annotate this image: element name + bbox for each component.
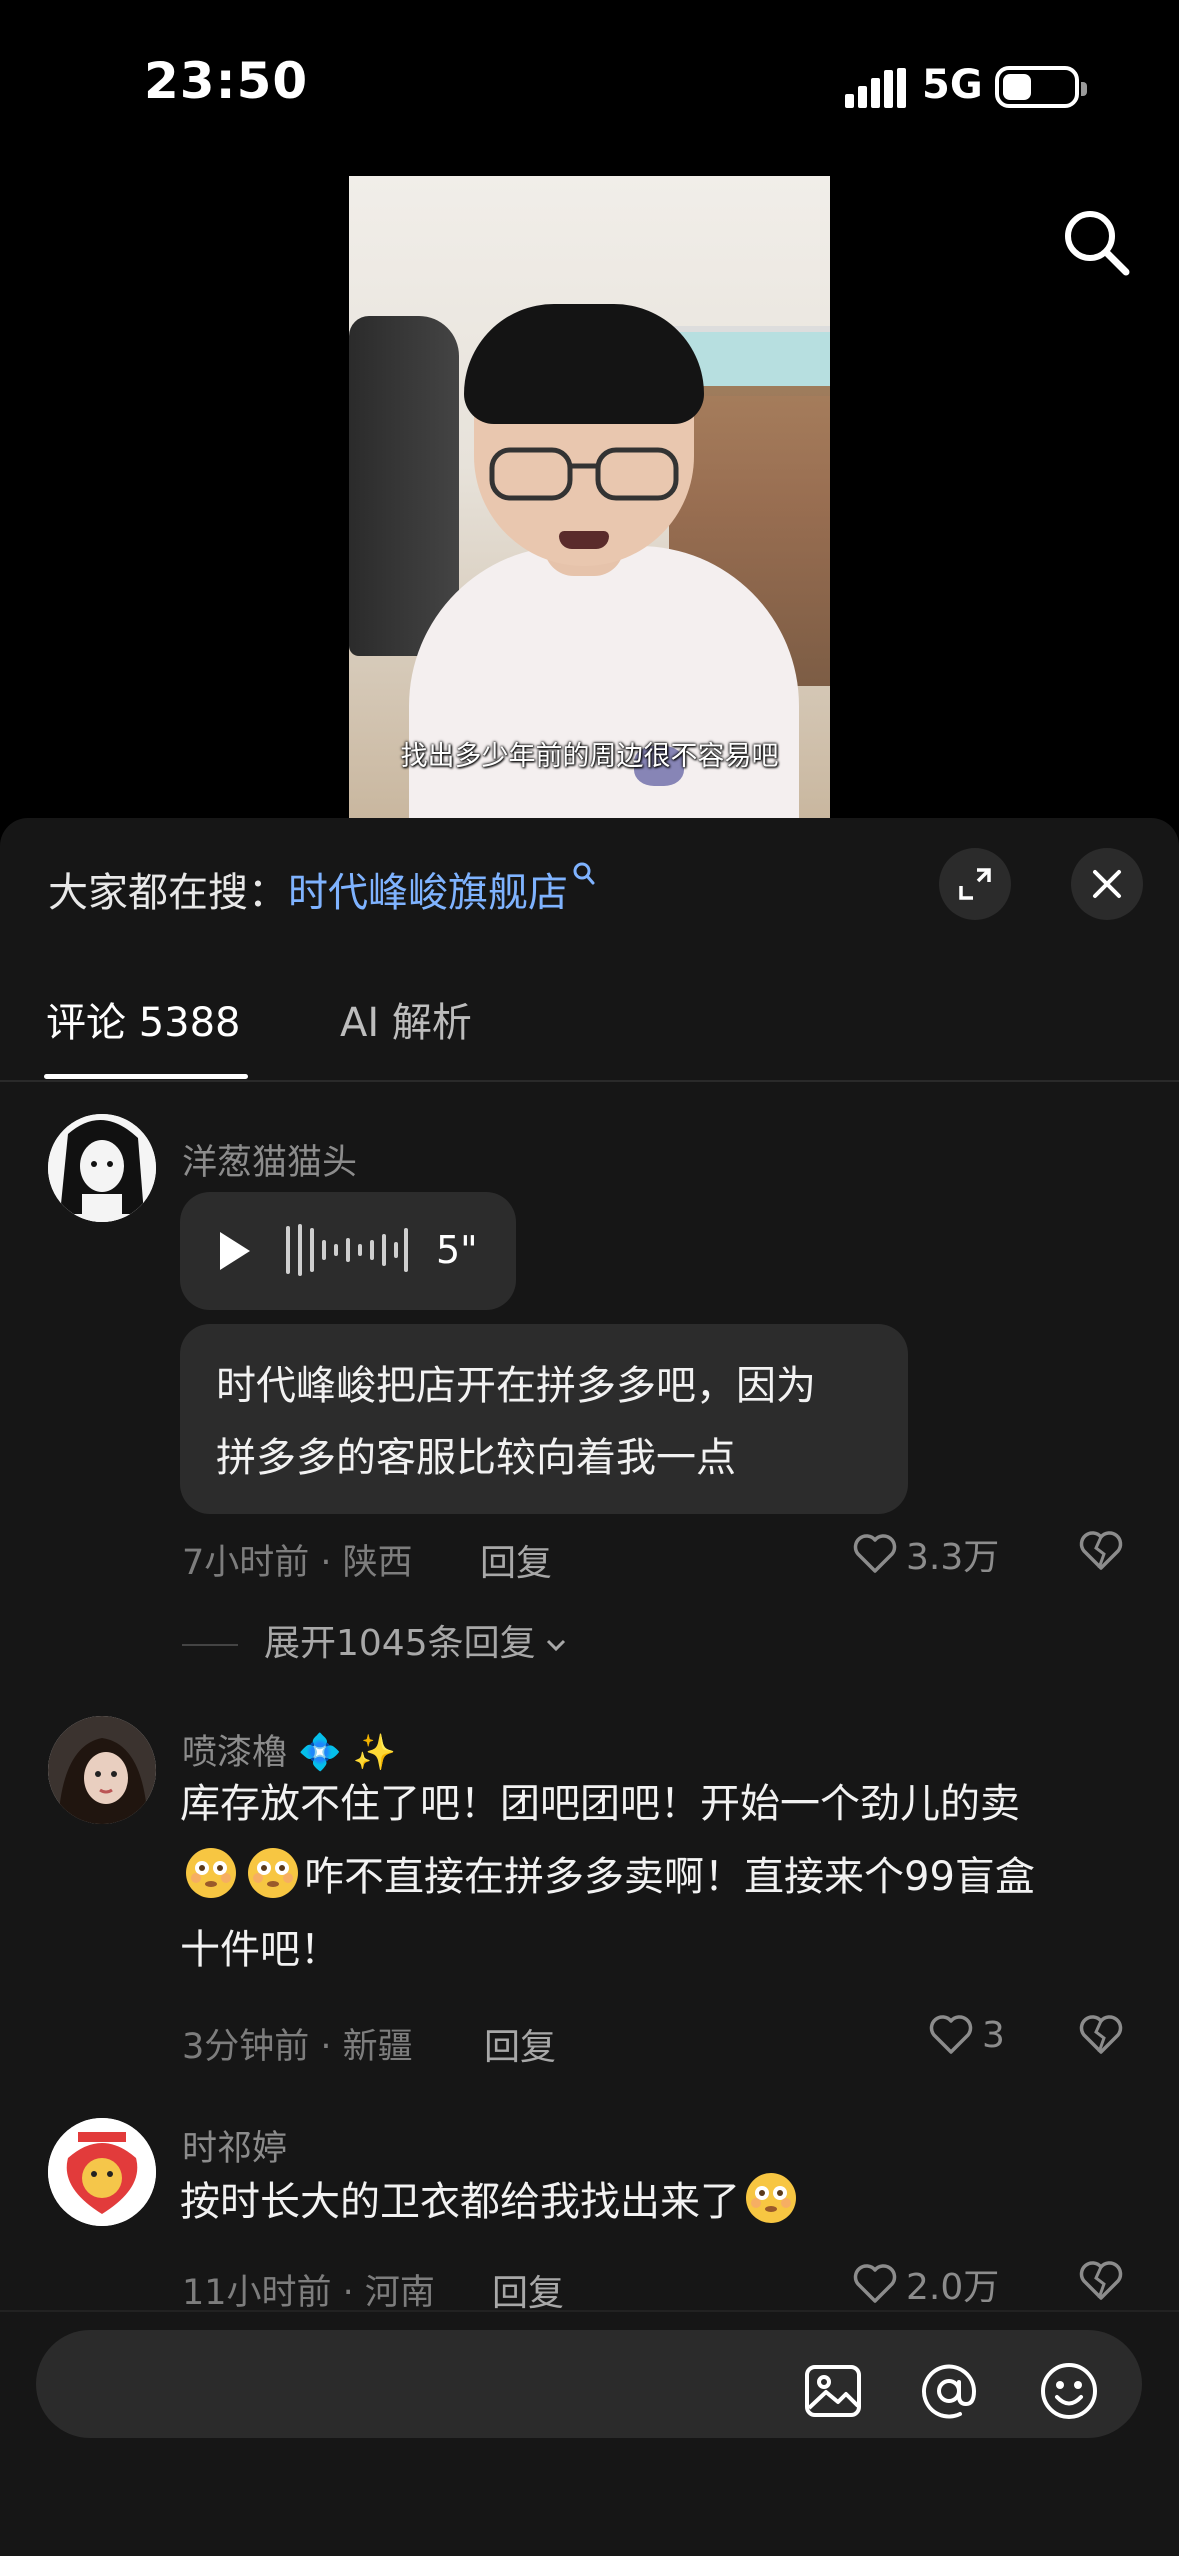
comment-item: 洋葱猫猫头 5" 时代峰峻把店开在拼多多吧，因为 拼多多的客服比较向着我一点 7… xyxy=(0,1114,1179,1674)
like-count: 2.0万 xyxy=(906,2267,1000,2308)
comment-line: 十件吧！ xyxy=(180,1927,340,1973)
expand-button[interactable] xyxy=(939,848,1011,920)
transcript-line: 拼多多的客服比较向着我一点 xyxy=(216,1435,736,1481)
trending-search[interactable]: 大家都在搜：时代峰峻旗舰店 xyxy=(48,860,598,918)
at-icon[interactable] xyxy=(918,2360,980,2422)
broken-heart-icon[interactable] xyxy=(1078,2258,1124,2304)
expand-replies-button[interactable]: 展开1045条回复 xyxy=(182,1614,570,1666)
like-button[interactable]: 3.3万 xyxy=(852,1528,999,1580)
image-icon[interactable] xyxy=(802,2360,864,2422)
comment-input-bar xyxy=(0,2310,1179,2556)
reply-button[interactable]: 回复 xyxy=(480,1534,552,1586)
expand-icon xyxy=(959,868,991,900)
avatar[interactable] xyxy=(48,2118,156,2226)
comment-item: 时祁婷 按时长大的卫衣都给我找出来了 11小时前 · 河南 回复 2.0万 xyxy=(0,2118,1179,2318)
status-time: 23:50 xyxy=(144,52,309,110)
chevron-down-icon xyxy=(546,1639,565,1652)
search-icon[interactable] xyxy=(1062,208,1132,278)
voice-transcript: 时代峰峻把店开在拼多多吧，因为 拼多多的客服比较向着我一点 xyxy=(180,1324,908,1514)
heart-icon xyxy=(853,1534,897,1573)
status-bar: 23:50 5G xyxy=(0,0,1179,170)
comment-text: 库存放不住了吧！团吧团吧！开始一个劲儿的卖 咋不直接在拼多多卖啊！直接来个99盲… xyxy=(180,1768,1140,1987)
transcript-line: 时代峰峻把店开在拼多多吧，因为 xyxy=(216,1363,816,1409)
voice-duration: 5" xyxy=(436,1228,478,1272)
reply-button[interactable]: 回复 xyxy=(492,2264,564,2316)
comment-sheet: 大家都在搜：时代峰峻旗舰店 评论 5388 AI 解析 洋葱猫猫头 5" 时代峰… xyxy=(0,818,1179,2556)
signal-icon xyxy=(845,68,906,108)
expand-replies-label: 展开1045条回复 xyxy=(264,1623,536,1664)
video-caption: 找出多少年前的周边很不容易吧 xyxy=(400,741,779,772)
close-icon xyxy=(1093,870,1121,898)
comment-meta: 11小时前 · 河南 xyxy=(182,2273,435,2313)
flushed-face-emoji-icon xyxy=(746,2173,796,2223)
reply-button[interactable]: 回复 xyxy=(484,2018,556,2070)
comment-input[interactable] xyxy=(36,2330,1142,2438)
trending-link[interactable]: 时代峰峻旗舰店 xyxy=(288,870,568,916)
emoji-icon[interactable] xyxy=(1038,2360,1100,2422)
network-type: 5G xyxy=(922,62,983,108)
battery-icon xyxy=(995,66,1087,108)
comment-line: 库存放不住了吧！团吧团吧！开始一个劲儿的卖 xyxy=(180,1781,1020,1827)
trending-prefix: 大家都在搜： xyxy=(48,870,288,916)
like-button[interactable]: 2.0万 xyxy=(852,2258,999,2310)
comment-item: 喷漆櫓 💠 ✨ 库存放不住了吧！团吧团吧！开始一个劲儿的卖 咋不直接在拼多多卖啊… xyxy=(0,1716,1179,2116)
voice-message[interactable]: 5" xyxy=(180,1192,516,1310)
flushed-face-emoji-icon xyxy=(186,1848,236,1898)
username-badges: 💠 ✨ xyxy=(298,1733,397,1773)
tab-ai-analysis[interactable]: AI 解析 xyxy=(340,990,472,1048)
tab-bar: 评论 5388 AI 解析 xyxy=(0,978,1179,1082)
video-player[interactable]: 找出多少年前的周边很不容易吧 xyxy=(349,176,830,818)
play-icon xyxy=(220,1232,250,1270)
comment-line: 咋不直接在拼多多卖啊！直接来个99盲盒 xyxy=(180,1841,1140,1914)
like-count: 3 xyxy=(982,2014,1005,2056)
comment-meta: 7小时前 · 陕西 xyxy=(182,1543,413,1583)
like-button[interactable]: 3 xyxy=(928,2012,1005,2058)
comment-username[interactable]: 洋葱猫猫头 xyxy=(182,1134,357,1185)
heart-icon xyxy=(929,2015,973,2054)
avatar[interactable] xyxy=(48,1716,156,1824)
username-text: 喷漆櫓 xyxy=(182,1733,288,1773)
close-button[interactable] xyxy=(1071,848,1143,920)
like-count: 3.3万 xyxy=(906,1537,1000,1578)
tab-comments[interactable]: 评论 5388 xyxy=(46,990,241,1048)
broken-heart-icon[interactable] xyxy=(1078,2012,1124,2058)
avatar[interactable] xyxy=(48,1114,156,1222)
comment-line-text: 按时长大的卫衣都给我找出来了 xyxy=(180,2179,740,2225)
flushed-face-emoji-icon xyxy=(248,1848,298,1898)
comment-line-text: 咋不直接在拼多多卖啊！直接来个99盲盒 xyxy=(304,1854,1035,1900)
active-tab-indicator xyxy=(44,1074,248,1079)
search-icon xyxy=(573,862,595,885)
waveform-icon xyxy=(286,1224,408,1276)
comment-username[interactable]: 时祁婷 xyxy=(182,2120,287,2171)
comment-text: 按时长大的卫衣都给我找出来了 xyxy=(180,2166,1140,2239)
broken-heart-icon[interactable] xyxy=(1078,1528,1124,1574)
comment-meta: 3分钟前 · 新疆 xyxy=(182,2027,413,2067)
heart-icon xyxy=(853,2264,897,2303)
